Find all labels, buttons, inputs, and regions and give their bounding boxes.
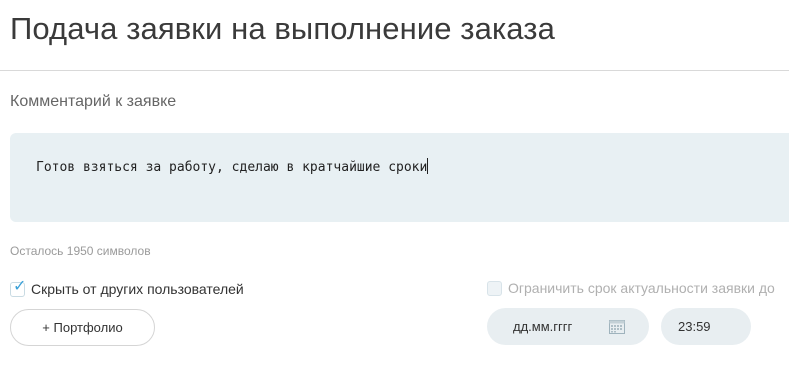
calendar-icon[interactable] — [609, 319, 625, 334]
comment-text: Готов взяться за работу, сделаю в кратча… — [36, 160, 428, 175]
page-title: Подача заявки на выполнение заказа — [10, 11, 555, 46]
time-input[interactable]: 23:59 — [661, 308, 751, 345]
comment-label: Комментарий к заявке — [10, 93, 177, 110]
time-value: 23:59 — [678, 319, 711, 334]
limit-validity-option[interactable]: Ограничить срок актуальности заявки до — [487, 280, 775, 296]
limit-validity-checkbox[interactable] — [487, 280, 502, 296]
hide-from-users-option[interactable]: ✓ Скрыть от других пользователей — [10, 277, 244, 297]
comment-textarea[interactable]: Готов взяться за работу, сделаю в кратча… — [10, 133, 789, 222]
checkmark-icon: ✓ — [13, 277, 27, 295]
add-portfolio-button[interactable]: + Портфолио — [10, 309, 155, 346]
hide-from-users-label: Скрыть от других пользователей — [31, 281, 244, 297]
header-divider — [0, 70, 789, 71]
limit-validity-label: Ограничить срок актуальности заявки до — [508, 280, 775, 296]
date-input[interactable]: дд.мм.гггг — [487, 308, 649, 345]
text-cursor — [427, 158, 429, 174]
hide-from-users-checkbox[interactable]: ✓ — [10, 277, 27, 297]
characters-remaining: Осталось 1950 символов — [10, 244, 151, 258]
date-placeholder: дд.мм.гггг — [513, 319, 573, 334]
